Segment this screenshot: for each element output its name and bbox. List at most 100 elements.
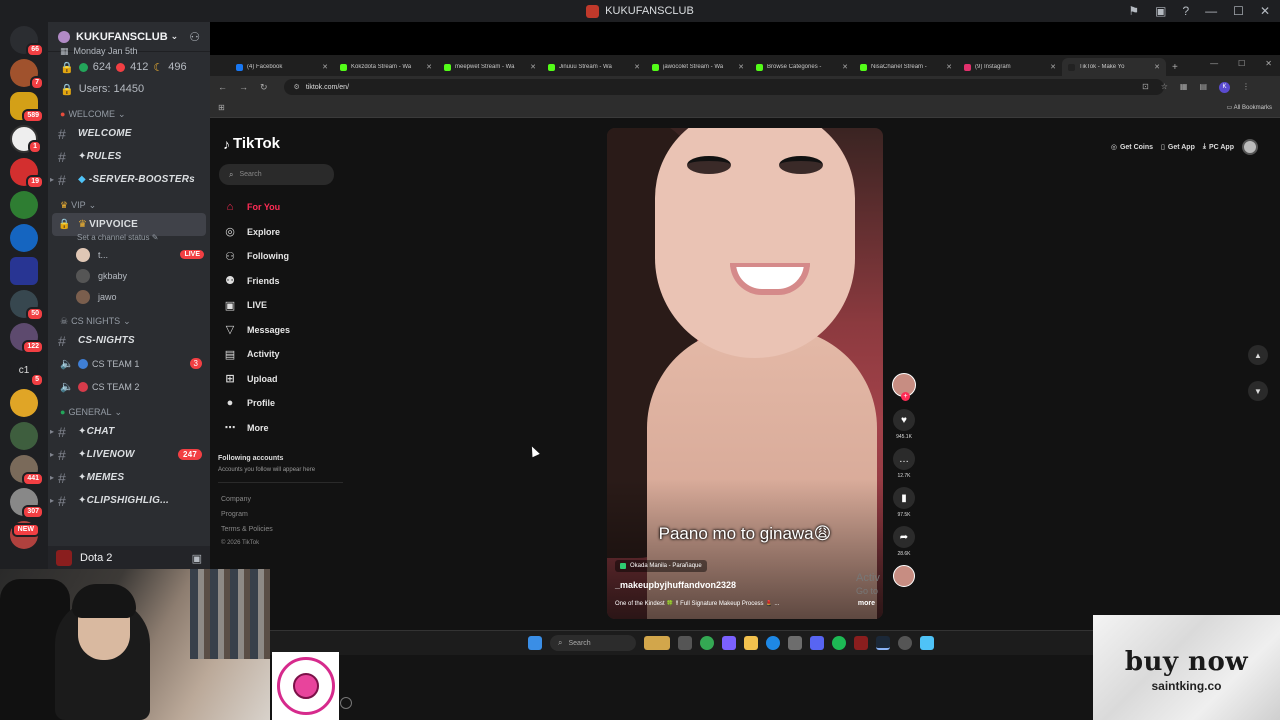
channel-rules[interactable]: # ✦RULES <box>48 145 210 168</box>
edge-icon[interactable] <box>766 636 780 650</box>
more-link[interactable]: more <box>858 600 875 607</box>
server-icon[interactable] <box>10 422 38 450</box>
server-icon[interactable] <box>10 257 38 285</box>
close-tab-icon[interactable]: ✕ <box>1050 63 1056 71</box>
browser-tab[interactable]: Jinuuu Stream - Wa ✕ <box>542 58 646 76</box>
creator-avatar[interactable]: + <box>890 373 918 401</box>
browser-tab[interactable]: jawocolet Stream - Wa ✕ <box>646 58 750 76</box>
server-icon[interactable]: 441 <box>10 455 44 486</box>
users-count[interactable]: 🔒 Users: 14450 <box>48 78 210 100</box>
get-app-button[interactable]: ▯ Get App <box>1161 143 1195 152</box>
screen-icon[interactable]: ▣ <box>1155 4 1166 18</box>
voice-user[interactable]: t... LIVE <box>48 244 210 265</box>
channel-clipshighlights[interactable]: ▸ # ✦CLIPSHIGHLIG... <box>48 489 210 512</box>
video-username[interactable]: _makeupbyjhuffandvon2328 <box>615 580 736 590</box>
nav-item-friends[interactable]: ⚉ Friends <box>223 269 290 294</box>
url-bar[interactable]: ⚙ tiktok.com/en/ <box>283 79 1164 95</box>
location-tag[interactable]: Okada Manila - Parañaque <box>615 560 707 572</box>
voice-user[interactable]: gkbaby <box>48 265 210 286</box>
site-info-icon[interactable]: ⚙ <box>294 83 300 91</box>
widgets-icon[interactable] <box>644 636 670 650</box>
add-member-icon[interactable]: ⚇ <box>189 30 200 44</box>
obs-icon[interactable] <box>898 636 912 650</box>
back-icon[interactable]: ← <box>218 82 227 92</box>
server-icon[interactable]: 307 <box>10 488 44 519</box>
inbox-icon[interactable]: ⚑ <box>1128 4 1139 18</box>
like-button[interactable]: ♥ 945.1K <box>890 409 918 442</box>
copilot-icon[interactable] <box>722 636 736 650</box>
share-button[interactable]: ➦ 28.6K <box>890 526 918 559</box>
close-button[interactable]: ✕ <box>1265 59 1272 68</box>
file-explorer-icon[interactable] <box>744 636 758 650</box>
browser-tab[interactable]: NisaChanel Stream - ✕ <box>854 58 958 76</box>
install-icon[interactable]: ⊡ <box>1142 82 1149 93</box>
home-button[interactable]: 66 <box>10 26 44 57</box>
server-icon[interactable]: 50 <box>10 290 44 321</box>
discord-icon[interactable] <box>810 636 824 650</box>
dota-icon[interactable] <box>854 636 868 650</box>
chevron-up-icon[interactable]: ▲ <box>1248 345 1268 365</box>
nav-item-messages[interactable]: ▽ Messages <box>223 318 290 343</box>
pc-app-button[interactable]: ⤓ PC App <box>1203 143 1234 151</box>
star-icon[interactable]: ☆ <box>1161 82 1168 93</box>
close-button[interactable]: ✕ <box>1260 4 1270 18</box>
channel-memes[interactable]: ▸ # ✦MEMES <box>48 466 210 489</box>
server-icon[interactable] <box>10 191 38 219</box>
search-input[interactable]: ⌕ Search <box>219 164 334 185</box>
category-general[interactable]: ● GENERAL ⌄ <box>48 398 210 420</box>
video-player[interactable]: Paano mo to ginawa😩 Okada Manila - Parañ… <box>607 128 883 619</box>
category-vip[interactable]: ♛ VIP ⌄ <box>48 191 210 213</box>
close-tab-icon[interactable]: ✕ <box>322 63 328 71</box>
sidebar-icon[interactable]: ▤ <box>1199 82 1207 93</box>
maximize-button[interactable]: ☐ <box>1238 59 1245 68</box>
spotify-icon[interactable] <box>832 636 846 650</box>
screen-share-icon[interactable]: ▣ <box>192 552 202 565</box>
minimize-button[interactable]: — <box>1210 59 1218 68</box>
category-welcome[interactable]: ● WELCOME ⌄ <box>48 100 210 122</box>
extensions-icon[interactable]: ▦ <box>1180 82 1188 93</box>
member-stats[interactable]: 🔒 624 412 ☾ 496 <box>48 56 210 78</box>
browser-tab[interactable]: meepwet Stream - Wa ✕ <box>438 58 542 76</box>
channel-livenow[interactable]: ▸ # ✦LIVENOW 247 <box>48 443 210 466</box>
windows-start-icon[interactable] <box>528 636 542 650</box>
close-tab-icon[interactable]: ✕ <box>634 63 640 71</box>
minimize-button[interactable]: — <box>1205 4 1217 18</box>
server-icon[interactable]: 1 <box>10 125 42 154</box>
taskbar-search[interactable]: ⌕ Search <box>550 635 636 651</box>
close-tab-icon[interactable]: ✕ <box>738 63 744 71</box>
save-button[interactable]: ▮ 97.5K <box>890 487 918 520</box>
server-icon[interactable]: 122 <box>10 323 44 354</box>
channel-server-boosters[interactable]: ▸ # ◆ -SERVER-BOOSTERs <box>48 168 210 191</box>
follow-plus-icon[interactable]: + <box>901 392 910 401</box>
category-cs-nights[interactable]: ☠ CS NIGHTS ⌄ <box>48 307 210 329</box>
reload-icon[interactable]: ↻ <box>260 82 268 93</box>
server-icon[interactable] <box>10 224 38 252</box>
profile-avatar[interactable]: K <box>1219 81 1230 93</box>
close-tab-icon[interactable]: ✕ <box>1154 63 1160 71</box>
voice-channel-cs-team-1[interactable]: 🔈 CS TEAM 13 <box>48 352 210 375</box>
apps-icon[interactable]: ⊞ <box>218 103 225 112</box>
voice-user[interactable]: jawo <box>48 286 210 307</box>
notepad-icon[interactable] <box>920 636 934 650</box>
server-icon[interactable]: 19 <box>10 158 44 189</box>
channel-cs-nights[interactable]: # CS-NIGHTS <box>48 329 210 352</box>
tiktok-logo[interactable]: ♪ TikTok <box>223 135 280 152</box>
voice-channel-cs-team-2[interactable]: 🔈 CS TEAM 2 <box>48 375 210 398</box>
server-icon[interactable]: NEW <box>10 521 40 549</box>
close-tab-icon[interactable]: ✕ <box>842 63 848 71</box>
nav-item-live[interactable]: ▣ LIVE <box>223 293 290 318</box>
channel-chat[interactable]: ▸ # ✦CHAT <box>48 420 210 443</box>
nav-item-profile[interactable]: ● Profile <box>223 391 290 416</box>
footer-link[interactable]: Terms & Policies <box>221 526 273 533</box>
new-tab-button[interactable]: + <box>1172 62 1178 73</box>
date-channel[interactable]: ▦ Monday Jan 5th <box>48 46 210 56</box>
activity-bar[interactable]: Dota 2 ▣ <box>48 546 210 570</box>
chevron-down-icon[interactable]: ▼ <box>1248 381 1268 401</box>
close-tab-icon[interactable]: ✕ <box>426 63 432 71</box>
steam-icon[interactable] <box>876 636 890 650</box>
nav-item-for-you[interactable]: ⌂ For You <box>223 195 290 220</box>
close-tab-icon[interactable]: ✕ <box>946 63 952 71</box>
all-bookmarks[interactable]: ▭ All Bookmarks <box>1227 104 1272 111</box>
user-avatar[interactable] <box>1242 139 1258 155</box>
channel-status[interactable]: Set a channel status ✎ <box>48 233 210 244</box>
